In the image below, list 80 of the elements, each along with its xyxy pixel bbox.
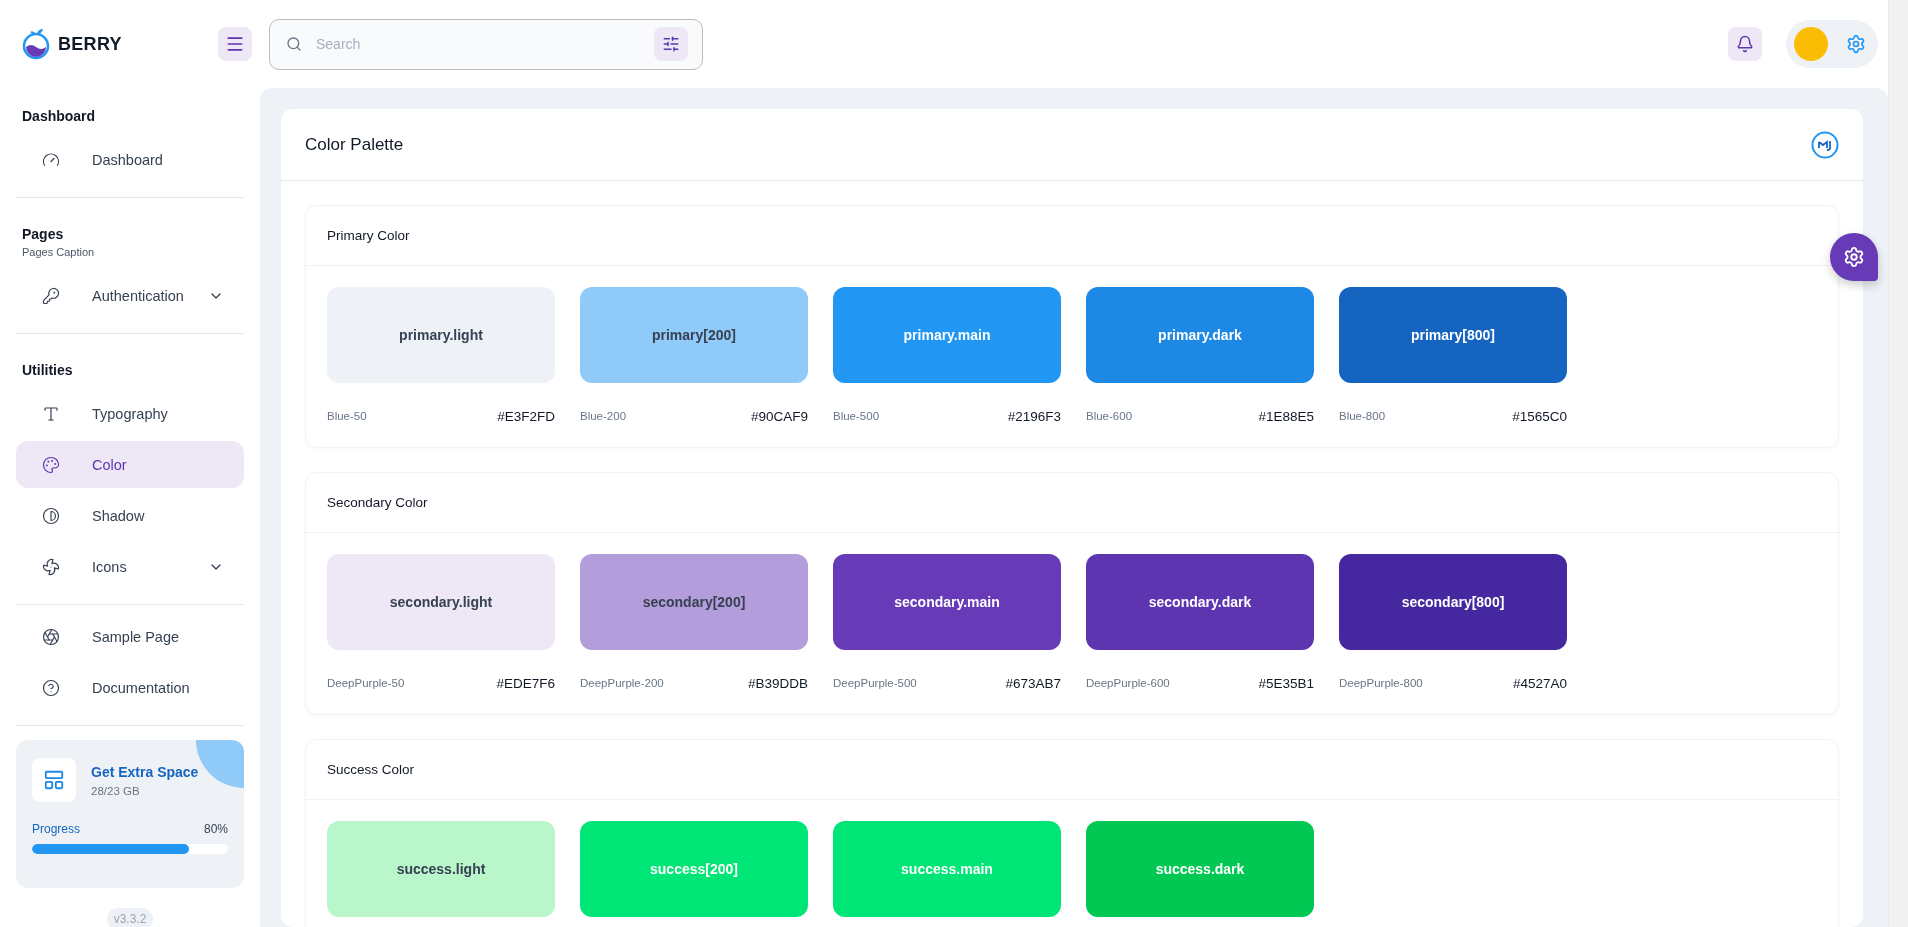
- color-swatch: secondary[200]: [580, 554, 808, 650]
- settings-icon: [1843, 246, 1865, 268]
- notification-button[interactable]: [1728, 27, 1762, 61]
- hex-code: #673AB7: [1005, 675, 1061, 691]
- table-icon: [32, 758, 76, 802]
- palette-title: Primary Color: [327, 228, 410, 243]
- hex-code: #B39DDB: [747, 675, 808, 691]
- logo-icon: [22, 28, 52, 60]
- settings-button[interactable]: [1830, 233, 1878, 281]
- hex-code: #E3F2FD: [497, 408, 555, 424]
- hex-code: #1E88E5: [1258, 408, 1314, 424]
- storage-usage: 28/23 GB: [91, 784, 141, 797]
- hex-code: #2196F3: [1007, 408, 1061, 424]
- brand-name: BERRY: [58, 33, 122, 55]
- bell-icon: [1736, 35, 1754, 53]
- nav-group-title: Utilities: [21, 361, 74, 380]
- nav-item[interactable]: Typography: [16, 390, 244, 437]
- upgrade-title: Get Extra Space: [91, 763, 199, 780]
- nav-icon: [42, 455, 60, 474]
- nav-group-caption: Pages Caption: [21, 245, 96, 258]
- nav-group-title: Dashboard: [21, 107, 97, 126]
- nav-item[interactable]: Dashboard: [16, 136, 244, 183]
- avatar: [1794, 27, 1828, 61]
- search-input[interactable]: Search: [314, 35, 642, 53]
- hex-code: #90CAF9: [750, 408, 808, 424]
- color-swatch: primary[200]: [580, 287, 808, 383]
- nav-item[interactable]: Sample Page: [16, 613, 244, 660]
- nav-icon: [42, 678, 60, 697]
- version-label: v3.3.2: [106, 908, 154, 927]
- shade-name: DeepPurple-50: [327, 677, 405, 689]
- search-field[interactable]: Search: [269, 18, 703, 70]
- shade-name: DeepPurple-200: [580, 677, 664, 689]
- hex-code: #4527A0: [1512, 675, 1567, 691]
- color-swatch: primary.dark: [1086, 287, 1314, 383]
- nav-icon: [42, 557, 60, 576]
- color-swatch: primary[800]: [1339, 287, 1567, 383]
- shade-name: Blue-500: [833, 410, 880, 422]
- nav-icon: [42, 286, 60, 305]
- color-swatch: success.light: [327, 821, 555, 917]
- shade-name: DeepPurple-800: [1339, 677, 1423, 689]
- sliders-icon: [662, 35, 680, 53]
- menu-button[interactable]: [218, 27, 252, 61]
- nav-item[interactable]: Authentication: [16, 272, 244, 319]
- settings-icon: [1846, 34, 1866, 54]
- shade-name: Blue-600: [1086, 410, 1133, 422]
- color-swatch: success[200]: [580, 821, 808, 917]
- filter-button[interactable]: [654, 27, 688, 61]
- nav-item[interactable]: Documentation: [16, 664, 244, 711]
- nav-group-title: Pages: [21, 225, 65, 244]
- logo-icon: [1811, 130, 1839, 159]
- color-swatch: secondary.dark: [1086, 554, 1314, 650]
- hex-code: #5E35B1: [1258, 675, 1314, 691]
- hex-code: #EDE7F6: [496, 675, 555, 691]
- color-swatch: secondary[800]: [1339, 554, 1567, 650]
- nav-item[interactable]: Icons: [16, 543, 244, 590]
- shade-name: Blue-50: [327, 410, 367, 422]
- shade-name: DeepPurple-600: [1086, 677, 1170, 689]
- nav-icon: [42, 150, 60, 169]
- nav-item[interactable]: Shadow: [16, 492, 244, 539]
- nav-icon: [42, 506, 60, 525]
- color-swatch: secondary.main: [833, 554, 1061, 650]
- shade-name: Blue-200: [580, 410, 627, 422]
- progress-reading: 80%: [203, 822, 228, 836]
- palette-title: Secondary Color: [327, 495, 428, 510]
- nav-icon: [42, 404, 60, 423]
- color-swatch: success.dark: [1086, 821, 1314, 917]
- progress-label: Progress: [32, 822, 81, 836]
- nav-item[interactable]: Color: [16, 441, 244, 488]
- page-title: Color Palette: [305, 134, 404, 155]
- shade-name: DeepPurple-500: [833, 677, 917, 689]
- color-swatch: secondary.light: [327, 554, 555, 650]
- shade-name: Blue-800: [1339, 410, 1386, 422]
- palette-title: Success Color: [327, 762, 415, 777]
- color-swatch: success.main: [833, 821, 1061, 917]
- search-icon: [286, 36, 302, 52]
- nav-icon: [42, 627, 60, 646]
- hex-code: #1565C0: [1512, 408, 1567, 424]
- color-swatch: primary.light: [327, 287, 555, 383]
- menu-icon: [225, 34, 245, 54]
- color-swatch: primary.main: [833, 287, 1061, 383]
